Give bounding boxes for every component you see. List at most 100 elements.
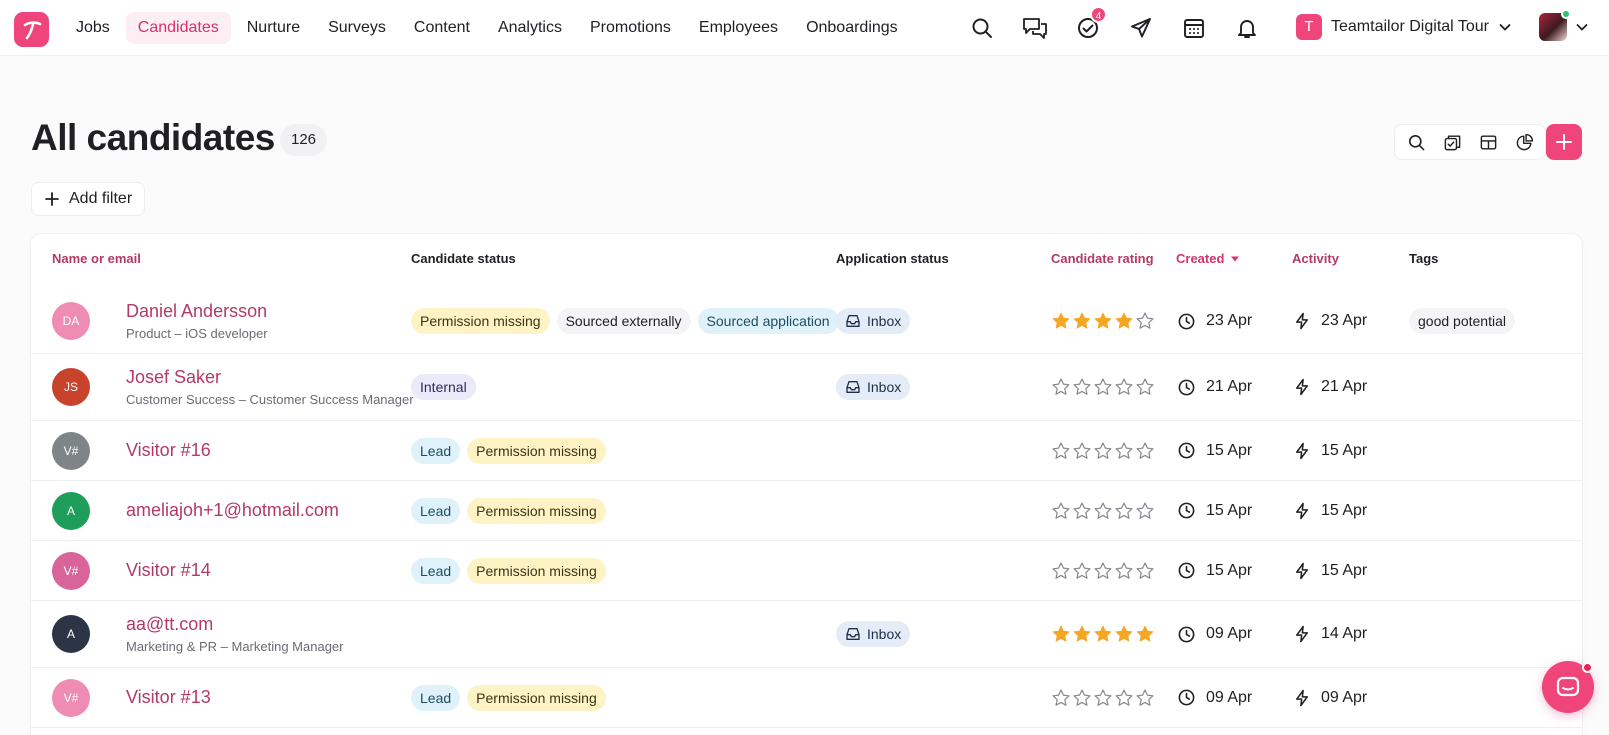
company-switcher[interactable]: T Teamtailor Digital Tour bbox=[1296, 14, 1512, 40]
star-empty-icon[interactable] bbox=[1114, 688, 1134, 708]
star-empty-icon[interactable] bbox=[1114, 561, 1134, 581]
star-empty-icon[interactable] bbox=[1072, 688, 1092, 708]
tag-badge[interactable]: good potential bbox=[1409, 308, 1515, 334]
star-empty-icon[interactable] bbox=[1135, 377, 1155, 397]
star-filled-icon[interactable] bbox=[1093, 624, 1113, 644]
application-status-badge[interactable]: Inbox bbox=[836, 374, 911, 400]
star-rating[interactable] bbox=[1051, 688, 1155, 708]
star-empty-icon[interactable] bbox=[1135, 688, 1155, 708]
nav-item-nurture[interactable]: Nurture bbox=[235, 12, 312, 44]
star-empty-icon[interactable] bbox=[1135, 501, 1155, 521]
nav-item-candidates[interactable]: Candidates bbox=[125, 12, 231, 44]
nav-item-analytics[interactable]: Analytics bbox=[486, 12, 574, 44]
candidate-name-link[interactable]: aa@tt.com bbox=[126, 614, 343, 635]
star-empty-icon[interactable] bbox=[1051, 377, 1071, 397]
star-empty-icon[interactable] bbox=[1093, 561, 1113, 581]
star-empty-icon[interactable] bbox=[1051, 561, 1071, 581]
star-empty-icon[interactable] bbox=[1093, 377, 1113, 397]
table-row[interactable]: V# Visitor #13 Lead Permission missing 09 Ap… bbox=[31, 668, 1582, 728]
teamtailor-logo[interactable] bbox=[14, 12, 49, 47]
calendar-icon[interactable] bbox=[1177, 11, 1211, 45]
table-row[interactable]: V# Visitor #16 Lead Permission missing 15 Ap… bbox=[31, 421, 1582, 481]
table-row[interactable]: V# Visitor #14 Lead Permission missing 15 Ap… bbox=[31, 541, 1582, 601]
star-rating[interactable] bbox=[1051, 377, 1155, 397]
search-icon[interactable] bbox=[1401, 127, 1431, 157]
clock-icon bbox=[1178, 689, 1195, 706]
star-empty-icon[interactable] bbox=[1135, 441, 1155, 461]
star-empty-icon[interactable] bbox=[1072, 501, 1092, 521]
nav-item-content[interactable]: Content bbox=[402, 12, 482, 44]
candidate-name-link[interactable]: Daniel Andersson bbox=[126, 301, 268, 322]
star-empty-icon[interactable] bbox=[1093, 688, 1113, 708]
user-menu[interactable] bbox=[1539, 9, 1589, 41]
application-status-label: Inbox bbox=[867, 626, 902, 642]
nav-item-jobs[interactable]: Jobs bbox=[64, 12, 122, 44]
star-empty-icon[interactable] bbox=[1072, 377, 1092, 397]
star-empty-icon[interactable] bbox=[1135, 311, 1155, 331]
table-view-icon[interactable] bbox=[1473, 127, 1503, 157]
star-filled-icon[interactable] bbox=[1072, 624, 1092, 644]
star-empty-icon[interactable] bbox=[1114, 501, 1134, 521]
star-filled-icon[interactable] bbox=[1072, 311, 1092, 331]
column-header-created[interactable]: Created bbox=[1176, 251, 1240, 266]
star-filled-icon[interactable] bbox=[1093, 311, 1113, 331]
candidate-name-link[interactable]: Visitor #14 bbox=[126, 560, 211, 581]
star-rating[interactable] bbox=[1051, 624, 1155, 644]
add-filter-button[interactable]: Add filter bbox=[31, 182, 146, 216]
star-empty-icon[interactable] bbox=[1114, 377, 1134, 397]
nav-item-onboardings[interactable]: Onboardings bbox=[794, 12, 910, 44]
star-empty-icon[interactable] bbox=[1114, 441, 1134, 461]
candidate-name-link[interactable]: Visitor #16 bbox=[126, 440, 211, 461]
add-candidate-button[interactable] bbox=[1546, 124, 1582, 160]
avatar[interactable]: V# bbox=[52, 678, 90, 717]
chat-support-button[interactable] bbox=[1542, 661, 1594, 713]
search-icon[interactable] bbox=[965, 11, 999, 45]
nav-item-surveys[interactable]: Surveys bbox=[316, 12, 398, 44]
star-rating[interactable] bbox=[1051, 441, 1155, 461]
avatar[interactable]: A bbox=[52, 615, 90, 653]
star-empty-icon[interactable] bbox=[1051, 441, 1071, 461]
star-filled-icon[interactable] bbox=[1114, 624, 1134, 644]
table-row[interactable]: Aameliajoh+1@hotmail.com Lead Permission m… bbox=[31, 481, 1582, 541]
avatar[interactable]: V# bbox=[52, 551, 90, 590]
created-date: 15 Apr bbox=[1206, 501, 1253, 519]
candidate-name-link[interactable]: Visitor #13 bbox=[126, 687, 211, 708]
star-filled-icon[interactable] bbox=[1135, 624, 1155, 644]
star-filled-icon[interactable] bbox=[1051, 624, 1071, 644]
bell-icon[interactable] bbox=[1230, 11, 1264, 45]
table-row[interactable]: JS Josef Saker Customer Success – Customer… bbox=[31, 354, 1582, 421]
column-header-name[interactable]: Name or email bbox=[52, 251, 141, 266]
column-header-activity[interactable]: Activity bbox=[1292, 251, 1339, 266]
candidate-name-link[interactable]: Josef Saker bbox=[126, 367, 414, 388]
candidates-table: Name or email Candidate status Applicati… bbox=[31, 234, 1582, 735]
application-status-badge[interactable]: Inbox bbox=[836, 308, 911, 334]
application-status-badge[interactable]: Inbox bbox=[836, 621, 911, 647]
star-rating[interactable] bbox=[1051, 311, 1155, 331]
avatar[interactable]: DA bbox=[52, 302, 90, 340]
star-empty-icon[interactable] bbox=[1093, 501, 1113, 521]
star-empty-icon[interactable] bbox=[1072, 561, 1092, 581]
bulk-select-icon[interactable] bbox=[1437, 127, 1467, 157]
candidate-name-link[interactable]: ameliajoh+1@hotmail.com bbox=[126, 500, 339, 521]
star-filled-icon[interactable] bbox=[1114, 311, 1134, 331]
star-empty-icon[interactable] bbox=[1051, 688, 1071, 708]
star-empty-icon[interactable] bbox=[1072, 441, 1092, 461]
star-empty-icon[interactable] bbox=[1135, 561, 1155, 581]
star-filled-icon[interactable] bbox=[1051, 311, 1071, 331]
messages-icon[interactable] bbox=[1018, 11, 1052, 45]
star-empty-icon[interactable] bbox=[1051, 501, 1071, 521]
send-icon[interactable] bbox=[1124, 11, 1158, 45]
pie-chart-icon[interactable] bbox=[1509, 127, 1539, 157]
table-row[interactable]: Aaa@tt.com Marketing & PR – Marketing Man… bbox=[31, 601, 1582, 668]
tasks-icon[interactable]: 4 bbox=[1071, 6, 1107, 45]
avatar[interactable]: JS bbox=[52, 368, 90, 406]
star-rating[interactable] bbox=[1051, 501, 1155, 521]
avatar[interactable]: V# bbox=[52, 431, 90, 470]
avatar[interactable]: A bbox=[52, 491, 90, 530]
nav-item-employees[interactable]: Employees bbox=[687, 12, 790, 44]
nav-item-promotions[interactable]: Promotions bbox=[578, 12, 683, 44]
table-row[interactable]: DA Daniel Andersson Product – iOS develope… bbox=[31, 289, 1582, 354]
star-rating[interactable] bbox=[1051, 561, 1155, 581]
star-empty-icon[interactable] bbox=[1093, 441, 1113, 461]
column-header-candidate-rating[interactable]: Candidate rating bbox=[1051, 251, 1154, 266]
